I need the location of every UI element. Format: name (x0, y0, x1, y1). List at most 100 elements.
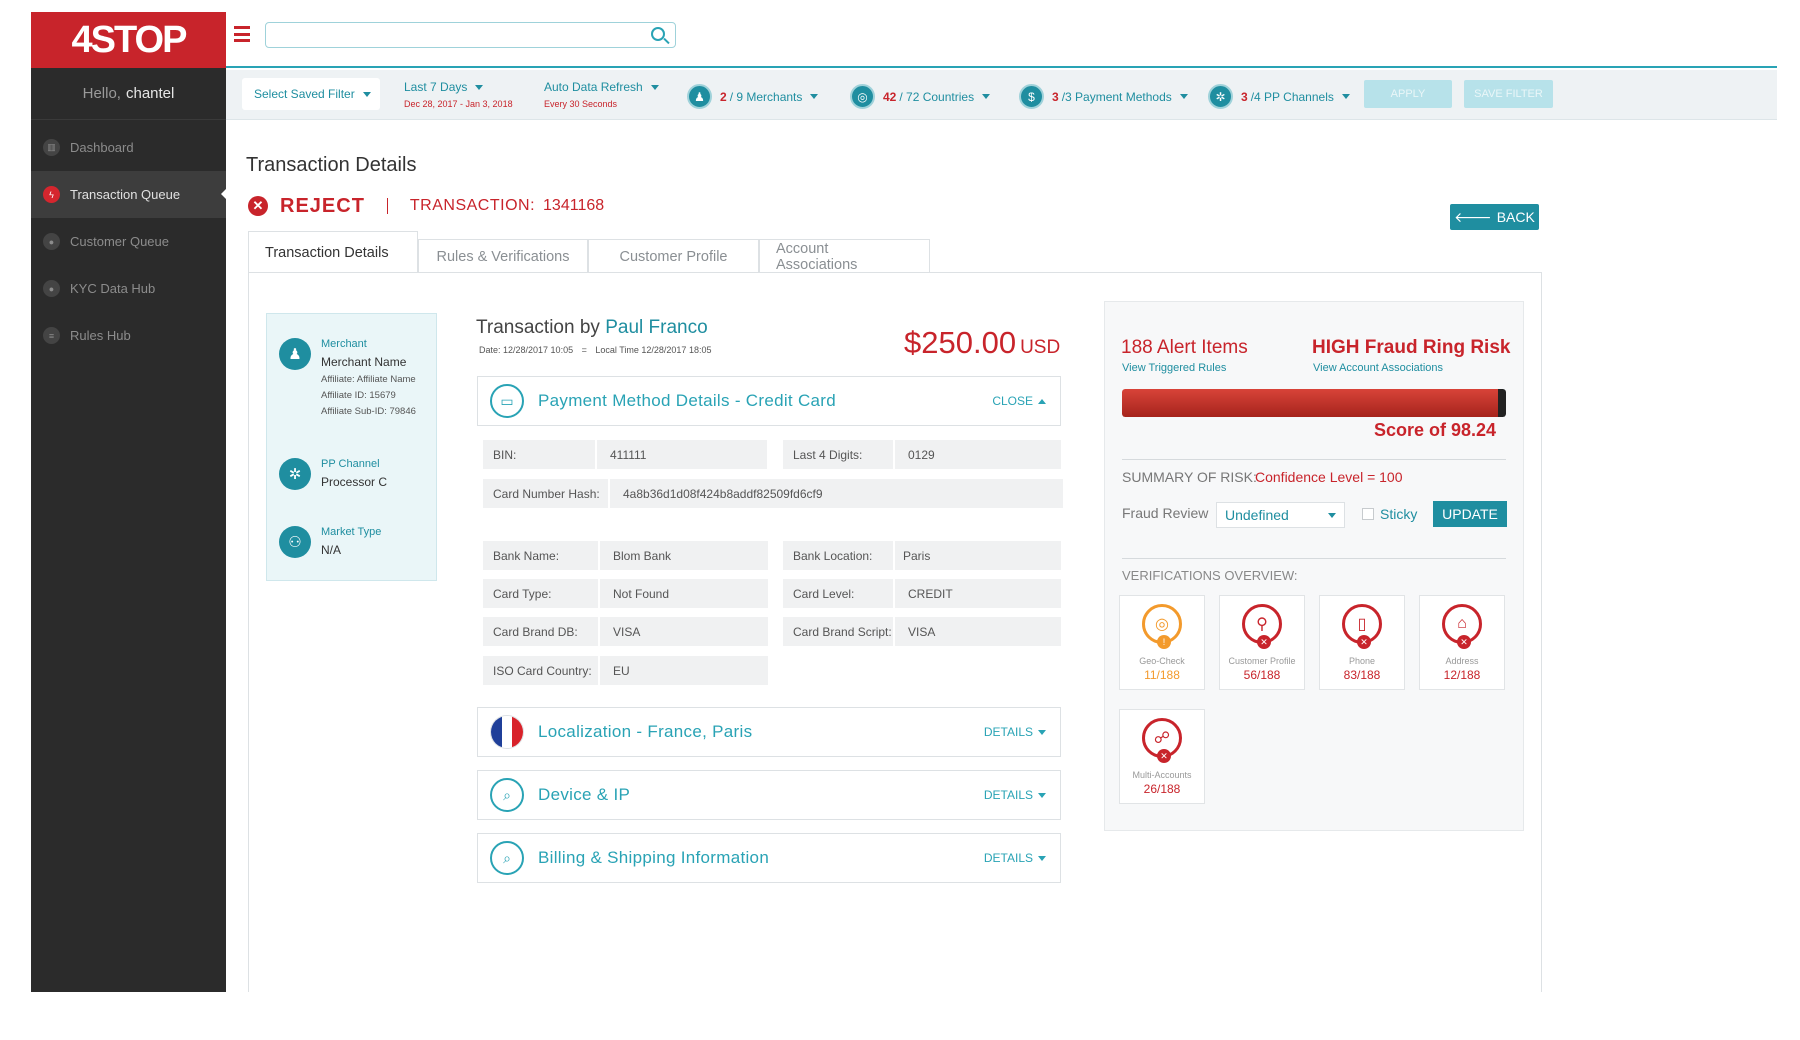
pp-channels-selected: 3 (1241, 89, 1248, 104)
date-separator: = (581, 345, 587, 355)
field-label: Bank Name: (483, 541, 598, 570)
transaction-details-panel: ♟ Merchant Merchant Name Affiliate: Affi… (248, 272, 1542, 992)
payment-method-section[interactable]: ▭ Payment Method Details - Credit Card C… (477, 376, 1061, 426)
field-value: CREDIT (895, 579, 1061, 608)
verification-geo-check[interactable]: ◎! Geo-Check 11/188 (1119, 595, 1205, 690)
search-icon[interactable] (651, 27, 665, 41)
sidebar-nav: ▥ Dashboard ϟ Transaction Queue ● Custom… (31, 124, 227, 359)
apply-button[interactable]: APPLY (1364, 80, 1452, 108)
transaction-by: Transaction by Paul Franco (476, 317, 708, 339)
verification-name: Address (1445, 656, 1479, 666)
logo[interactable]: 4STOP (31, 12, 226, 68)
user-greeting: Hello, chantel (31, 68, 226, 120)
close-toggle[interactable]: CLOSE (992, 394, 1046, 408)
bank-name-field: Bank Name: Blom Bank (483, 541, 768, 570)
verification-customer-profile[interactable]: ⚲ ✕ Customer Profile 56/188 (1219, 595, 1305, 690)
details-toggle[interactable]: DETAILS (984, 725, 1046, 739)
countries-total: / 72 Countries (899, 89, 975, 104)
pp-channels-filter[interactable]: ✲ 3 /4 PP Channels (1208, 84, 1350, 109)
device-ip-section[interactable]: ⌕ Device & IP DETAILS (477, 770, 1061, 820)
checkbox-icon[interactable] (1362, 508, 1374, 520)
warning-icon: ! (1157, 635, 1171, 649)
sidebar-item-rules-hub[interactable]: ≡ Rules Hub (31, 312, 226, 359)
market-type-label: Market Type (321, 526, 382, 538)
field-value: 4a8b36d1d08f424b8addf82509fd6cf9 (610, 479, 1063, 508)
verification-phone[interactable]: ▯ ✕ Phone 83/188 (1319, 595, 1405, 690)
verification-multi-accounts[interactable]: ☍ ✕ Multi-Accounts 26/188 (1119, 709, 1205, 804)
field-label: Card Brand DB: (483, 617, 598, 646)
date-range-label: Last 7 Days (404, 80, 468, 94)
date-range-value: Dec 28, 2017 - Jan 3, 2018 (404, 99, 513, 109)
auto-refresh-filter[interactable]: Auto Data Refresh Every 30 Seconds (544, 80, 659, 109)
confidence-level: Confidence Level = 100 (1255, 469, 1403, 485)
details-label: DETAILS (983, 851, 1033, 865)
sidebar-item-customer-queue[interactable]: ● Customer Queue (31, 218, 226, 265)
details-toggle[interactable]: DETAILS (984, 851, 1046, 865)
tab-account-associations[interactable]: Account Associations (759, 239, 930, 273)
chevron-down-icon (362, 91, 371, 97)
billing-icon: ⌕ (490, 841, 524, 875)
verification-count: 83/188 (1343, 668, 1381, 682)
details-toggle[interactable]: DETAILS (984, 788, 1046, 802)
saved-filter-select[interactable]: Select Saved Filter (242, 78, 380, 110)
search-box (265, 22, 676, 48)
sidebar-item-transaction-queue[interactable]: ϟ Transaction Queue (31, 171, 227, 218)
hamburger-menu-icon[interactable] (234, 26, 250, 42)
view-account-associations-link[interactable]: View Account Associations (1313, 362, 1443, 374)
merchants-filter[interactable]: ♟ 2 / 9 Merchants (687, 84, 819, 109)
chevron-down-icon (1179, 94, 1188, 99)
summary-of-risk-label: SUMMARY OF RISK: (1122, 469, 1257, 485)
chevron-down-icon (810, 94, 819, 99)
payment-methods-filter[interactable]: $ 3 /3 Payment Methods (1019, 84, 1188, 109)
payment-methods-total: /3 Payment Methods (1061, 89, 1172, 104)
affiliate-id: Affiliate ID: 15679 (321, 390, 396, 401)
back-button[interactable]: 🡐 BACK (1450, 204, 1539, 230)
tab-rules-verifications[interactable]: Rules & Verifications (418, 239, 588, 273)
sidebar-item-kyc-data-hub[interactable]: ● KYC Data Hub (31, 265, 226, 312)
chevron-down-icon (1328, 513, 1336, 518)
section-title: Device & IP (538, 785, 631, 804)
sticky-label: Sticky (1380, 506, 1418, 522)
search-input[interactable] (274, 23, 644, 47)
tab-customer-profile[interactable]: Customer Profile (588, 239, 759, 273)
refresh-value: Every 30 Seconds (544, 99, 618, 109)
sidebar-item-dashboard[interactable]: ▥ Dashboard (31, 124, 226, 171)
globe-icon: ◎! (1142, 604, 1182, 649)
merchant-icon: ♟ (279, 338, 311, 370)
pp-channel-value: Processor C (321, 475, 388, 489)
status-badge: REJECT (280, 194, 365, 217)
app-window: 4STOP Hello, chantel ▥ Dashboard ϟ Trans… (31, 12, 1777, 992)
sticky-checkbox[interactable]: Sticky (1362, 506, 1417, 522)
field-label: Card Brand Script: (783, 617, 893, 646)
field-value: 411111 (597, 440, 767, 469)
affiliate-sub-id: Affiliate Sub-ID: 79846 (321, 406, 416, 417)
fail-icon: ✕ (1157, 749, 1171, 763)
view-triggered-rules-link[interactable]: View Triggered Rules (1122, 362, 1226, 374)
billing-shipping-section[interactable]: ⌕ Billing & Shipping Information DETAILS (477, 833, 1061, 883)
update-button[interactable]: UPDATE (1433, 501, 1507, 527)
customer-name-link[interactable]: Paul Franco (605, 317, 707, 338)
date-range-filter[interactable]: Last 7 Days Dec 28, 2017 - Jan 3, 2018 (404, 80, 513, 109)
merchant-label: Merchant (321, 338, 367, 350)
localization-section[interactable]: Localization - France, Paris DETAILS (477, 707, 1061, 757)
payment-methods-icon: $ (1019, 84, 1044, 109)
fraud-review-select[interactable]: Undefined (1216, 502, 1345, 528)
verification-count: 56/188 (1243, 668, 1281, 682)
risk-score-bar (1122, 389, 1506, 417)
divider (386, 198, 388, 214)
gear-icon: ✲ (279, 458, 311, 490)
tab-transaction-details[interactable]: Transaction Details (248, 231, 418, 273)
countries-filter[interactable]: ◎ 42 / 72 Countries (850, 84, 991, 109)
verification-address[interactable]: ⌂ ✕ Address 12/188 (1419, 595, 1505, 690)
bin-field: BIN: 411111 (483, 440, 767, 469)
countries-selected: 42 (883, 89, 897, 104)
username[interactable]: chantel (126, 85, 174, 102)
save-filter-button[interactable]: SAVE FILTER (1464, 80, 1553, 108)
divider (1122, 558, 1506, 559)
market-type-block: ⚇ Market Type N/A (279, 526, 381, 558)
last4-field: Last 4 Digits: 0129 (783, 440, 1061, 469)
merchants-selected: 2 (720, 89, 727, 104)
field-label: Last 4 Digits: (783, 440, 893, 469)
hierarchy-icon: ⚇ (279, 526, 311, 558)
lightning-icon: ϟ (43, 186, 60, 203)
